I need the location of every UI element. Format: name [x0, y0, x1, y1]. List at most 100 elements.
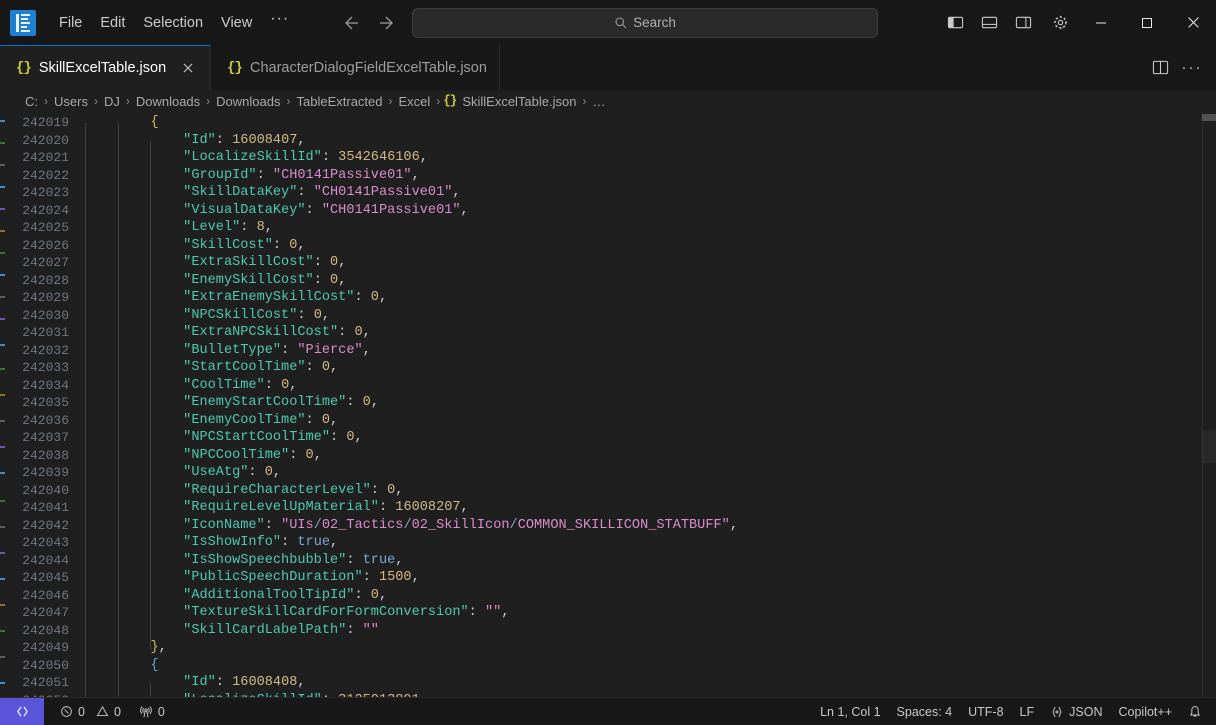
code-token: 0: [370, 587, 379, 603]
breadcrumb-separator: ›: [388, 94, 393, 108]
split-editor-icon[interactable]: [1146, 54, 1174, 82]
breadcrumb-item-symbol-overflow[interactable]: …: [589, 94, 608, 109]
tab-close-icon[interactable]: [178, 58, 198, 78]
copilot-status[interactable]: Copilot++: [1110, 698, 1180, 725]
breadcrumb-item-drive[interactable]: C:: [22, 94, 41, 109]
code-line: "IsShowInfo": true,: [85, 534, 1216, 562]
breadcrumb-item-downloads-2[interactable]: Downloads: [213, 94, 283, 109]
code-token: 1500: [378, 570, 412, 585]
breadcrumb-item-tableextracted[interactable]: TableExtracted: [294, 94, 386, 109]
menu-selection[interactable]: Selection: [134, 9, 212, 37]
code-token: "SkillCardLabelPath": [183, 622, 347, 638]
toggle-panel-icon[interactable]: [972, 7, 1006, 39]
menu-file[interactable]: File: [50, 9, 91, 37]
line-number: 242021: [22, 150, 69, 165]
title-bar: File Edit Selection View ··· Search: [0, 0, 1216, 45]
code-token: "ExtraSkillCost": [183, 255, 314, 270]
gear-icon[interactable]: [1042, 7, 1078, 39]
code-token: "Id": [183, 675, 216, 690]
menu-view[interactable]: View: [212, 9, 261, 37]
window-maximize-button[interactable]: [1124, 0, 1170, 45]
forward-arrow-icon[interactable]: [376, 12, 398, 34]
code-token: :: [362, 570, 379, 585]
ports-status[interactable]: 0: [131, 698, 173, 725]
code-token: "EnemyCoolTime": [183, 412, 306, 428]
status-bar-right: Ln 1, Col 1 Spaces: 4 UTF-8 LF JSON Copi…: [812, 698, 1216, 725]
menu-more-button[interactable]: ···: [261, 9, 298, 37]
code-line: "NPCCoolTime": 0,: [85, 447, 1216, 475]
line-number: 242045: [22, 570, 69, 585]
code-token: "Id": [183, 132, 216, 148]
line-number: 242027: [22, 255, 69, 270]
menu-edit[interactable]: Edit: [91, 9, 134, 37]
code-token: ,: [297, 237, 306, 253]
code-token: 8: [256, 220, 265, 235]
code-token: {: [150, 657, 159, 673]
code-token: "LocalizeSkillId": [183, 693, 322, 698]
code-token: :: [215, 132, 233, 148]
toggle-secondary-sidebar-icon[interactable]: [1006, 7, 1040, 39]
code-token: ,: [321, 307, 331, 323]
toggle-primary-sidebar-icon[interactable]: [938, 7, 972, 39]
scrollbar-thumb[interactable]: [1202, 114, 1216, 121]
line-number: 242040: [22, 482, 69, 498]
problems-status[interactable]: 0 0: [52, 698, 129, 725]
code-token: "EnemyStartCoolTime": [183, 395, 347, 410]
code-token: 0: [264, 465, 273, 480]
encoding-status[interactable]: UTF-8: [960, 698, 1011, 725]
code-token: "CoolTime": [183, 377, 265, 393]
code-token: :: [378, 500, 396, 515]
cursor-position-status[interactable]: Ln 1, Col 1: [812, 698, 888, 725]
breadcrumb-item-downloads-1[interactable]: Downloads: [133, 94, 203, 109]
code-line: "Level": 8,: [85, 219, 1216, 247]
code-line: "Id": 16008407,: [85, 132, 1216, 160]
line-number: 242020: [22, 132, 69, 148]
eol-status[interactable]: LF: [1012, 698, 1043, 725]
code-token: 3125013891: [338, 693, 420, 698]
editor-more-actions-button[interactable]: ···: [1178, 54, 1206, 82]
window-minimize-button[interactable]: [1078, 0, 1124, 45]
code-token: ,: [362, 325, 371, 340]
code-token: 0: [321, 360, 331, 375]
language-mode-status[interactable]: JSON: [1042, 698, 1110, 725]
back-arrow-icon[interactable]: [340, 12, 362, 34]
code-token: ,: [460, 202, 469, 218]
code-token: :: [322, 693, 338, 698]
code-token: 16008407: [232, 132, 298, 148]
code-token: "NPCSkillCost": [183, 307, 298, 323]
tab-skillexceltable[interactable]: {} SkillExcelTable.json: [0, 45, 212, 90]
line-number: 242039: [22, 465, 69, 480]
code-content[interactable]: {"Id": 16008407, "LocalizeSkillId": 35426…: [85, 112, 1216, 697]
remote-window-indicator[interactable]: [0, 697, 44, 725]
tab-characterdialogfieldexceltable[interactable]: {} CharacterDialogFieldExcelTable.json: [211, 45, 500, 90]
code-token: :: [313, 255, 331, 270]
code-token: :: [330, 430, 347, 445]
indentation-status[interactable]: Spaces: 4: [889, 698, 961, 725]
code-line: "UseAtg": 0,: [85, 464, 1216, 492]
code-token: "ExtraEnemySkillCost": [183, 290, 355, 305]
window-close-button[interactable]: [1170, 0, 1216, 45]
breadcrumb-item-excel[interactable]: Excel: [396, 94, 434, 109]
command-center-search[interactable]: Search: [412, 7, 878, 38]
code-token: :: [297, 185, 314, 200]
code-token: ,: [411, 570, 420, 585]
warning-icon: [96, 705, 109, 717]
code-token: ,: [501, 605, 510, 620]
editor-vertical-scrollbar[interactable]: [1202, 112, 1216, 697]
code-line: "EnemyStartCoolTime": 0,: [85, 394, 1216, 422]
breadcrumb-item-users[interactable]: Users: [51, 94, 91, 109]
code-line: "RequireLevelUpMaterial": 16008207,: [85, 499, 1216, 527]
breadcrumb-item-dj[interactable]: DJ: [101, 94, 123, 109]
code-token: "NPCCoolTime": [183, 447, 290, 463]
code-token: {: [150, 115, 159, 130]
breadcrumb-item-file[interactable]: SkillExcelTable.json: [459, 94, 579, 109]
code-token: "CH0141Passive01": [313, 185, 453, 200]
line-number: 242022: [22, 167, 69, 183]
code-token: 02_Tactics: [321, 517, 404, 533]
error-count: 0: [78, 704, 85, 719]
code-line: "SkillCardLabelPath": "": [85, 622, 1216, 650]
line-number: 242049: [22, 640, 69, 655]
notifications-button[interactable]: [1180, 698, 1210, 725]
code-token: :: [297, 307, 314, 323]
code-token: ,: [395, 552, 404, 568]
